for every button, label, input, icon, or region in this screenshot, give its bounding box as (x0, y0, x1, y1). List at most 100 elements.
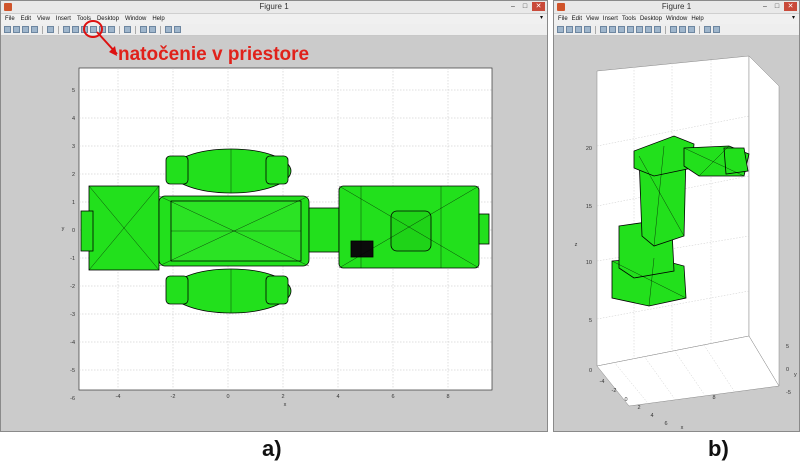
rotate-3d-icon[interactable] (636, 26, 643, 33)
y-tick: 5 (786, 344, 789, 350)
axes-b[interactable]: 20 15 10 5 0 z -4 -2 0 2 4 6 8 x 5 0 -5 … (554, 36, 799, 431)
y-tick: -6 (70, 396, 75, 402)
show-plot-tools-icon[interactable] (174, 26, 181, 33)
close-icon[interactable]: ✕ (784, 2, 797, 11)
z-tick: 5 (589, 318, 592, 324)
y-tick: -2 (70, 284, 75, 290)
insert-legend-icon[interactable] (149, 26, 156, 33)
edit-plot-icon[interactable] (600, 26, 607, 33)
menu-desktop[interactable]: Desktop (97, 16, 119, 22)
menu-desktop[interactable]: Desktop (640, 16, 662, 22)
menu-dock-arrow-icon[interactable]: ▾ (540, 14, 543, 21)
z-tick: 0 (589, 368, 592, 374)
title-bar: Figure 1 – □ ✕ (554, 1, 799, 14)
menu-window[interactable]: Window (666, 16, 687, 22)
brush-icon[interactable] (654, 26, 661, 33)
insert-colorbar-icon[interactable] (679, 26, 686, 33)
figure-window-b: Figure 1 – □ ✕ File Edit View Insert Too… (553, 0, 800, 432)
new-figure-icon[interactable] (4, 26, 11, 33)
z-tick-labels: 20 15 10 5 0 z (575, 146, 592, 374)
save-icon[interactable] (22, 26, 29, 33)
x-tick: -4 (116, 394, 121, 400)
zoom-out-icon[interactable] (618, 26, 625, 33)
menu-help[interactable]: Help (691, 16, 703, 22)
minimize-icon[interactable]: – (508, 2, 518, 11)
new-figure-icon[interactable] (557, 26, 564, 33)
close-icon[interactable]: ✕ (532, 2, 545, 11)
menu-tools[interactable]: Tools (622, 16, 636, 22)
toolbar-separator (42, 25, 43, 34)
zoom-out-icon[interactable] (72, 26, 79, 33)
menu-file[interactable]: File (558, 16, 568, 22)
y-tick: 1 (72, 200, 75, 206)
zoom-in-icon[interactable] (63, 26, 70, 33)
y-tick: 4 (72, 116, 75, 122)
panel-label-a: a) (262, 436, 282, 461)
menu-insert[interactable]: Insert (56, 16, 71, 22)
x-tick: -2 (612, 388, 617, 394)
annotation-text: natočenie v priestore (118, 44, 310, 65)
y-tick: -5 (70, 368, 75, 374)
menu-view[interactable]: View (586, 16, 599, 22)
zoom-in-icon[interactable] (609, 26, 616, 33)
insert-colorbar-icon[interactable] (140, 26, 147, 33)
x-tick: -2 (171, 394, 176, 400)
menu-file[interactable]: File (5, 16, 15, 22)
link-plot-icon[interactable] (670, 26, 677, 33)
y-tick: -3 (70, 312, 75, 318)
link-plot-icon[interactable] (124, 26, 131, 33)
y-tick: 2 (72, 172, 75, 178)
y-tick-labels: 5 0 -5 y (786, 344, 797, 396)
x-tick: 6 (391, 394, 394, 400)
x-tick: 8 (446, 394, 449, 400)
menu-edit[interactable]: Edit (21, 16, 31, 22)
toolbar (554, 24, 799, 36)
menu-edit[interactable]: Edit (572, 16, 582, 22)
x-axis-label: x (681, 425, 684, 431)
menu-bar: File Edit View Insert Tools Desktop Wind… (554, 14, 799, 24)
menu-help[interactable]: Help (152, 16, 164, 22)
axes-a[interactable]: -4 -2 0 2 4 6 8 x 5 4 3 2 1 0 -1 -2 -3 -… (1, 36, 547, 431)
panel-label-b: b) (708, 436, 729, 461)
menu-insert[interactable]: Insert (603, 16, 618, 22)
pan-icon[interactable] (627, 26, 634, 33)
menu-view[interactable]: View (37, 16, 50, 22)
toolbar-separator (58, 25, 59, 34)
z-axis-label: z (575, 242, 578, 248)
maximize-icon[interactable]: □ (520, 2, 530, 11)
insert-legend-icon[interactable] (688, 26, 695, 33)
hide-plot-tools-icon[interactable] (704, 26, 711, 33)
open-file-icon[interactable] (13, 26, 20, 33)
toolbar-separator (665, 25, 666, 34)
y-tick-labels: 5 4 3 2 1 0 -1 -2 -3 -4 -5 -6 y (62, 88, 75, 402)
open-file-icon[interactable] (566, 26, 573, 33)
menu-dock-arrow-icon[interactable]: ▾ (792, 14, 795, 21)
minimize-icon[interactable]: – (760, 2, 770, 11)
print-icon[interactable] (584, 26, 591, 33)
y-axis-label: y (794, 372, 797, 378)
z-tick: 20 (586, 146, 592, 152)
figure-canvas: 20 15 10 5 0 z -4 -2 0 2 4 6 8 x 5 0 -5 … (554, 36, 799, 431)
window-title: Figure 1 (259, 2, 289, 11)
x-tick: 0 (624, 397, 627, 403)
y-tick: -4 (70, 340, 75, 346)
data-cursor-icon[interactable] (645, 26, 652, 33)
y-tick: 0 (72, 228, 75, 234)
print-icon[interactable] (31, 26, 38, 33)
y-tick: 5 (72, 88, 75, 94)
show-plot-tools-icon[interactable] (713, 26, 720, 33)
save-icon[interactable] (575, 26, 582, 33)
toolbar-separator (160, 25, 161, 34)
x-tick: 4 (650, 413, 653, 419)
x-tick: 2 (281, 394, 284, 400)
x-tick-labels: -4 -2 0 2 4 6 8 x (116, 394, 450, 408)
figure-canvas: -4 -2 0 2 4 6 8 x 5 4 3 2 1 0 -1 -2 -3 -… (1, 36, 547, 431)
menu-window[interactable]: Window (125, 16, 146, 22)
y-axis-label: y (62, 226, 65, 232)
x-tick: 8 (712, 395, 715, 401)
y-tick: 0 (786, 367, 789, 373)
toolbar-separator (595, 25, 596, 34)
hide-plot-tools-icon[interactable] (165, 26, 172, 33)
edit-plot-icon[interactable] (47, 26, 54, 33)
maximize-icon[interactable]: □ (772, 2, 782, 11)
